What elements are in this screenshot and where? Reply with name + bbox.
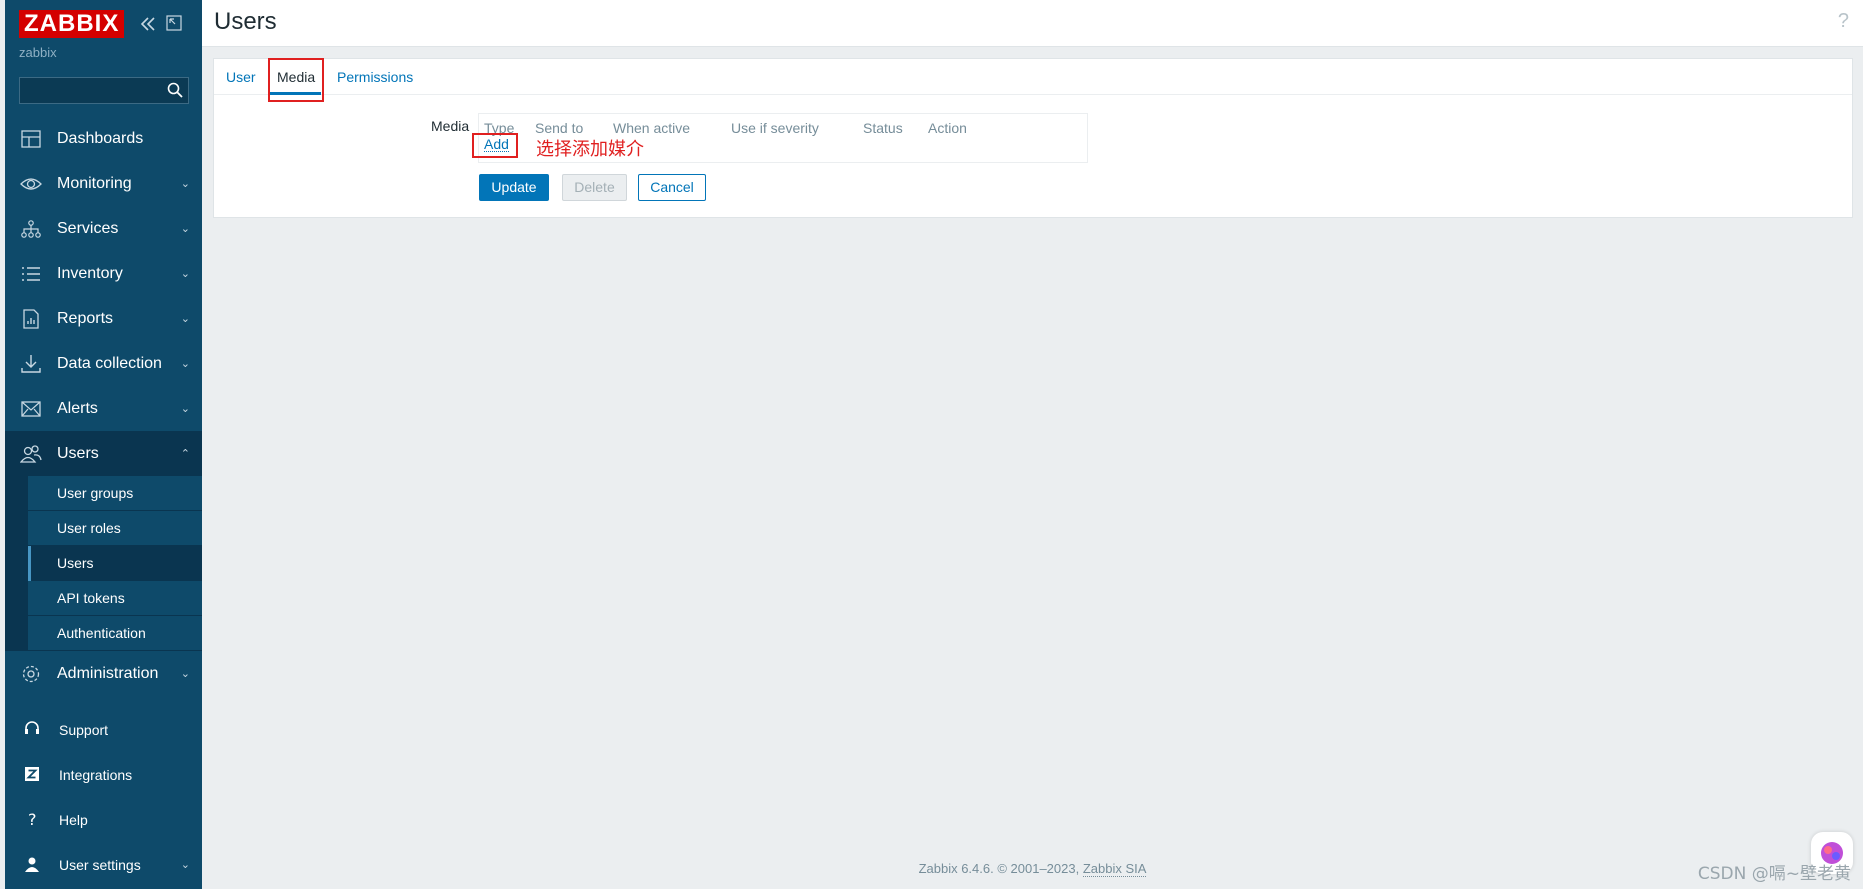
menu-label: Services <box>57 219 119 237</box>
user-form-card: User Media Permissions Media Type Send t… <box>213 58 1853 218</box>
column-header-when-active: When active <box>613 120 691 136</box>
column-header-action: Action <box>928 120 967 136</box>
menu-label: Monitoring <box>57 174 132 192</box>
menu-item-user-settings[interactable]: User settings ⌄ <box>5 842 202 887</box>
bottom-menu: Support Integrations ? Help User setting… <box>5 707 202 887</box>
menu-item-support[interactable]: Support <box>5 707 202 752</box>
collapse-sidebar-icon[interactable] <box>138 14 158 34</box>
sidebar: ZABBIX zabbix Dashboards Monitoring ⌄ Se… <box>5 0 202 889</box>
chevron-down-icon: ⌄ <box>180 268 190 280</box>
cancel-button[interactable]: Cancel <box>638 174 706 201</box>
menu-label: Data collection <box>57 354 162 372</box>
search-icon[interactable] <box>167 82 183 98</box>
menu-label: Support <box>59 721 109 738</box>
menu-item-help[interactable]: ? Help <box>5 797 202 842</box>
column-header-use-if-severity: Use if severity <box>731 120 819 136</box>
highlight-box-media-tab <box>268 58 324 102</box>
highlight-box-add <box>472 133 518 158</box>
menu-label: Dashboards <box>57 129 144 147</box>
chevron-down-icon: ⌄ <box>180 668 190 680</box>
menu-item-data-collection[interactable]: Data collection ⌄ <box>5 341 202 386</box>
menu-label: Inventory <box>57 264 123 282</box>
user-icon <box>23 855 41 873</box>
kiosk-mode-icon[interactable] <box>165 14 185 34</box>
menu-item-administration[interactable]: Administration ⌄ <box>5 651 202 696</box>
chevron-down-icon: ⌄ <box>180 403 190 415</box>
menu-item-reports[interactable]: Reports ⌄ <box>5 296 202 341</box>
submenu-item-users[interactable]: Users <box>28 546 202 581</box>
menu-label: User settings <box>59 856 141 873</box>
search-box <box>19 77 189 104</box>
menu-label: Help <box>59 811 88 828</box>
column-header-status: Status <box>863 120 903 136</box>
menu-item-inventory[interactable]: Inventory ⌄ <box>5 251 202 296</box>
headset-icon <box>23 720 41 738</box>
tab-permissions[interactable]: Permissions <box>337 69 413 85</box>
menu-item-users[interactable]: Users ⌃ <box>5 431 202 476</box>
services-icon <box>20 218 42 240</box>
main-menu: Dashboards Monitoring ⌄ Services ⌄ Inven… <box>5 116 202 696</box>
media-field-label: Media <box>431 118 470 134</box>
watermark: CSDN @嗝~壁老黄 <box>1697 864 1851 884</box>
users-submenu: User groups User roles Users API tokens … <box>5 476 202 651</box>
logo-row: ZABBIX <box>19 10 125 38</box>
users-icon <box>19 443 42 465</box>
integrations-icon <box>23 765 41 783</box>
footer-owner-link[interactable]: Zabbix SIA <box>1082 861 1147 877</box>
chevron-down-icon: ⌄ <box>180 859 190 871</box>
menu-item-integrations[interactable]: Integrations <box>5 752 202 797</box>
eye-icon <box>20 173 42 195</box>
submenu-item-user-groups[interactable]: User groups <box>28 476 202 511</box>
menu-label: Alerts <box>57 399 98 417</box>
submenu-item-authentication[interactable]: Authentication <box>28 616 202 651</box>
chevron-down-icon: ⌄ <box>180 358 190 370</box>
help-icon[interactable]: ? <box>1838 10 1849 33</box>
dashboards-icon <box>20 128 42 150</box>
menu-label: Users <box>57 444 99 462</box>
chevron-down-icon: ⌄ <box>180 313 190 325</box>
menu-item-monitoring[interactable]: Monitoring ⌄ <box>5 161 202 206</box>
page-title: Users <box>214 8 277 35</box>
submenu-item-api-tokens[interactable]: API tokens <box>28 581 202 616</box>
envelope-icon <box>20 398 42 420</box>
footer-text: Zabbix 6.4.6. © 2001–2023, <box>918 861 1083 876</box>
chevron-up-icon: ⌃ <box>180 448 190 460</box>
tab-bar: User Media Permissions <box>214 58 1852 102</box>
update-button[interactable]: Update <box>479 174 549 201</box>
menu-item-services[interactable]: Services ⌄ <box>5 206 202 251</box>
svg-text:?: ? <box>28 810 37 828</box>
search-input[interactable] <box>20 78 160 103</box>
gear-icon <box>20 663 42 685</box>
submenu-item-user-roles[interactable]: User roles <box>28 511 202 546</box>
tab-user[interactable]: User <box>226 69 256 85</box>
zabbix-logo[interactable]: ZABBIX <box>19 10 125 38</box>
menu-item-alerts[interactable]: Alerts ⌄ <box>5 386 202 431</box>
menu-label: Administration <box>57 664 159 682</box>
reports-icon <box>20 308 42 330</box>
page-header: Users ? <box>202 0 1863 47</box>
column-header-send-to: Send to <box>535 120 584 136</box>
question-icon: ? <box>23 810 41 829</box>
list-icon <box>20 263 42 285</box>
chevron-down-icon: ⌄ <box>180 178 190 190</box>
delete-button[interactable]: Delete <box>562 174 627 201</box>
menu-label: Reports <box>57 309 114 327</box>
server-name: zabbix <box>19 45 57 60</box>
footer: Zabbix 6.4.6. © 2001–2023, Zabbix SIA <box>202 861 1863 877</box>
chevron-down-icon: ⌄ <box>180 223 190 235</box>
menu-label: Integrations <box>59 766 133 783</box>
annotation-text: 选择添加媒介 <box>536 139 644 160</box>
download-icon <box>20 353 42 375</box>
menu-item-dashboards[interactable]: Dashboards <box>5 116 202 161</box>
